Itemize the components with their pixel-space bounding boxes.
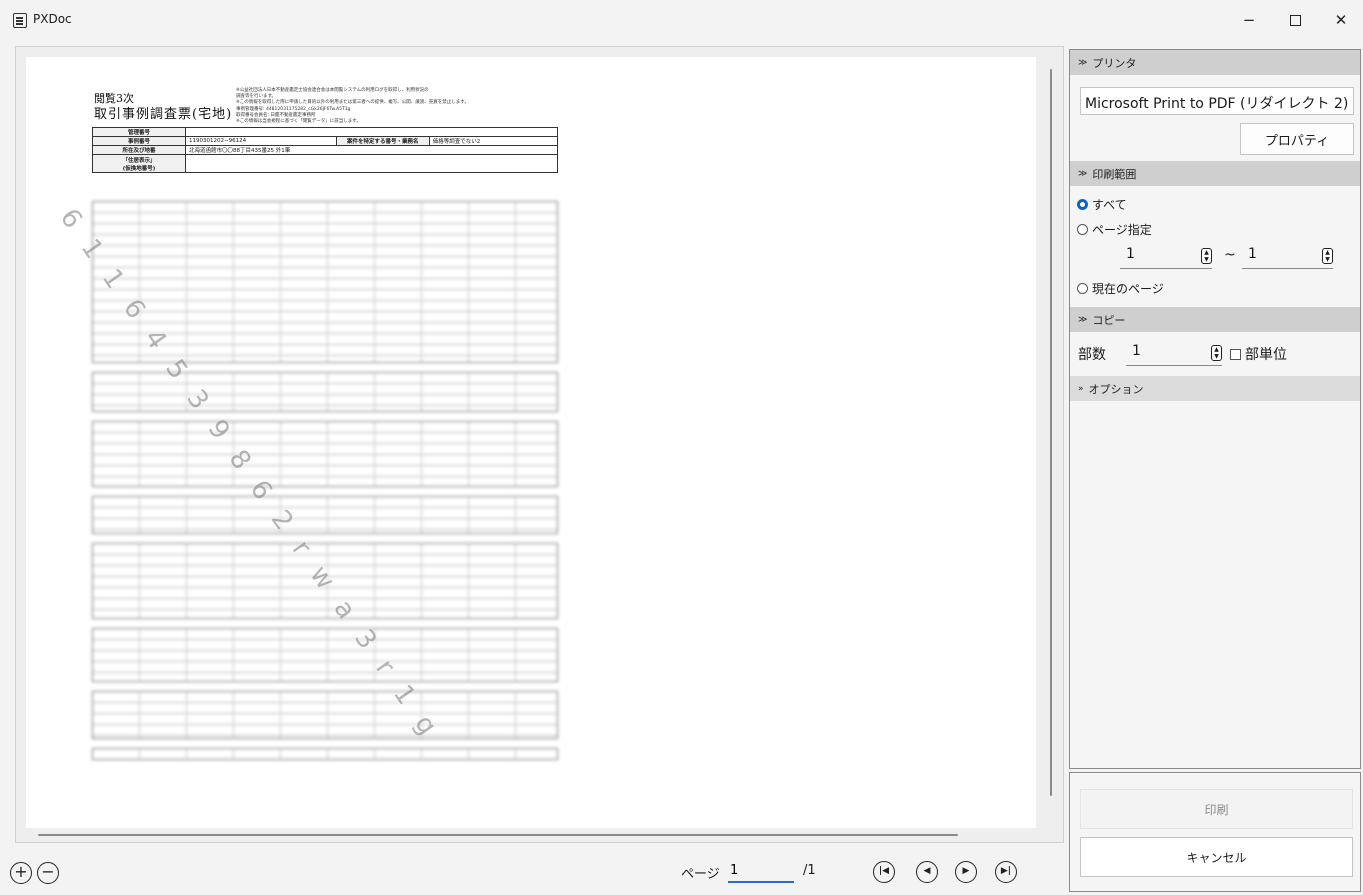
doc-heading-title: 取引事例調査票(宅地) bbox=[94, 107, 233, 122]
chevron-right-icon: » bbox=[1078, 383, 1084, 394]
radio-unchecked-icon bbox=[1077, 224, 1088, 235]
doc-notice-line: ※この情報は当会規程に基づく「閲覧データ」に該当します。 bbox=[236, 119, 361, 125]
section-options-title: オプション bbox=[1088, 382, 1144, 396]
chevron-down-icon: ≫ bbox=[1078, 57, 1088, 68]
range-to-value: 1 bbox=[1248, 246, 1257, 262]
chevron-down-icon: ≫ bbox=[1078, 314, 1088, 325]
copies-label: 部数 bbox=[1078, 347, 1106, 363]
range-from-value: 1 bbox=[1126, 246, 1135, 262]
collate-checkbox[interactable]: 部単位 bbox=[1230, 344, 1287, 364]
section-printer-title: プリンタ bbox=[1092, 56, 1137, 70]
section-range-header[interactable]: ≫ 印刷範囲 bbox=[1070, 161, 1360, 186]
section-copy-header[interactable]: ≫ コピー bbox=[1070, 307, 1360, 332]
page-total: /1 bbox=[803, 863, 816, 878]
vertical-scrollbar[interactable] bbox=[1050, 69, 1052, 796]
table-cell-value bbox=[185, 154, 558, 173]
range-pages-radio[interactable]: ページ指定 bbox=[1077, 221, 1152, 238]
maximize-icon bbox=[1289, 14, 1301, 26]
range-pages-label: ページ指定 bbox=[1092, 223, 1152, 237]
table-cell-value bbox=[185, 127, 558, 137]
printer-select[interactable]: Microsoft Print to PDF (リダイレクト 2) bbox=[1080, 87, 1354, 115]
doc-info-table: 管理番号 事例番号 1190301202−96124 案件を特定する番号・業務名 価格… bbox=[92, 127, 559, 173]
range-current-radio[interactable]: 現在のページ bbox=[1077, 280, 1164, 297]
page-label: ページ bbox=[681, 867, 720, 882]
previous-page-button[interactable]: ◀ bbox=[916, 861, 938, 883]
radio-unchecked-icon bbox=[1077, 283, 1088, 294]
blurred-block bbox=[92, 372, 558, 412]
stepper-arrows-icon[interactable]: ▲ ▼ bbox=[1211, 345, 1222, 361]
stepper-arrows-icon[interactable]: ▲ ▼ bbox=[1322, 248, 1333, 264]
chevron-down-icon: ≫ bbox=[1078, 168, 1088, 179]
action-panel: 印刷 キャンセル bbox=[1069, 772, 1361, 892]
cancel-button[interactable]: キャンセル bbox=[1080, 837, 1353, 877]
table-cell-value: 価格等調査でない2 bbox=[428, 136, 559, 146]
range-current-label: 現在のページ bbox=[1092, 282, 1164, 296]
zoom-out-button[interactable]: − bbox=[37, 862, 59, 884]
table-cell-value: 北海道函館市〇〇88丁目435番25 外1筆 bbox=[185, 145, 558, 155]
section-copy-title: コピー bbox=[1092, 313, 1126, 327]
range-to-stepper[interactable]: 1 ▲ ▼ bbox=[1242, 244, 1333, 269]
table-cell-label: 事例番号 bbox=[92, 136, 186, 146]
copies-value: 1 bbox=[1132, 343, 1141, 359]
next-page-button[interactable]: ▶ bbox=[955, 861, 977, 883]
range-tilde: ~ bbox=[1224, 247, 1236, 263]
blurred-block bbox=[92, 496, 558, 534]
blurred-block bbox=[92, 691, 558, 739]
preview-toolbar: + − ページ /1 |◀ ◀ ▶ ▶| bbox=[0, 848, 1065, 895]
first-page-button[interactable]: |◀ bbox=[873, 861, 895, 883]
collate-label: 部単位 bbox=[1245, 347, 1287, 363]
range-all-radio[interactable]: すべて bbox=[1077, 196, 1127, 213]
zoom-in-button[interactable]: + bbox=[10, 862, 32, 884]
print-settings-panel: ≫ プリンタ Microsoft Print to PDF (リダイレクト 2)… bbox=[1069, 49, 1361, 769]
print-preview-area[interactable]: 閲覧3次 取引事例調査票(宅地) ※公益社団法人日本不動産鑑定士協会連合会は本閲… bbox=[15, 46, 1064, 843]
app-document-icon bbox=[13, 13, 27, 28]
title-bar: PXDoc − ✕ bbox=[0, 0, 1363, 40]
window-title: PXDoc bbox=[33, 12, 72, 26]
maximize-button[interactable] bbox=[1272, 0, 1318, 40]
table-cell-value: 1190301202−96124 bbox=[185, 136, 337, 146]
properties-button[interactable]: プロパティ bbox=[1240, 123, 1354, 155]
stepper-arrows-icon[interactable]: ▲ ▼ bbox=[1201, 248, 1212, 264]
table-cell-label: 案件を特定する番号・業務名 bbox=[335, 136, 430, 146]
document-page: 閲覧3次 取引事例調査票(宅地) ※公益社団法人日本不動産鑑定士協会連合会は本閲… bbox=[26, 57, 1036, 828]
blurred-document-content bbox=[92, 201, 558, 769]
page-number-input[interactable] bbox=[728, 859, 794, 883]
print-button[interactable]: 印刷 bbox=[1080, 789, 1353, 829]
radio-checked-icon bbox=[1077, 199, 1088, 210]
table-cell-label: 所在及び地番 bbox=[92, 145, 186, 155]
table-cell-label: 「住居表示」 (仮換地番号) bbox=[92, 154, 186, 173]
last-page-button[interactable]: ▶| bbox=[995, 861, 1017, 883]
close-button[interactable]: ✕ bbox=[1318, 0, 1363, 40]
section-printer-header[interactable]: ≫ プリンタ bbox=[1070, 50, 1360, 75]
section-range-title: 印刷範囲 bbox=[1092, 167, 1137, 181]
section-options-header[interactable]: » オプション bbox=[1070, 376, 1360, 401]
table-cell-label: 管理番号 bbox=[92, 127, 186, 137]
range-from-stepper[interactable]: 1 ▲ ▼ bbox=[1120, 244, 1212, 269]
minimize-button[interactable]: − bbox=[1226, 0, 1272, 40]
blurred-block bbox=[92, 628, 558, 682]
blurred-block bbox=[92, 748, 558, 760]
horizontal-scrollbar[interactable] bbox=[38, 834, 958, 836]
blurred-block bbox=[92, 421, 558, 487]
doc-notice-text: ※公益社団法人日本不動産鑑定士協会連合会は本閲覧システムの利用ログを取得し、利用… bbox=[236, 88, 556, 125]
copies-stepper[interactable]: 1 ▲ ▼ bbox=[1126, 341, 1222, 366]
range-all-label: すべて bbox=[1092, 198, 1127, 212]
checkbox-unchecked-icon bbox=[1230, 348, 1241, 360]
